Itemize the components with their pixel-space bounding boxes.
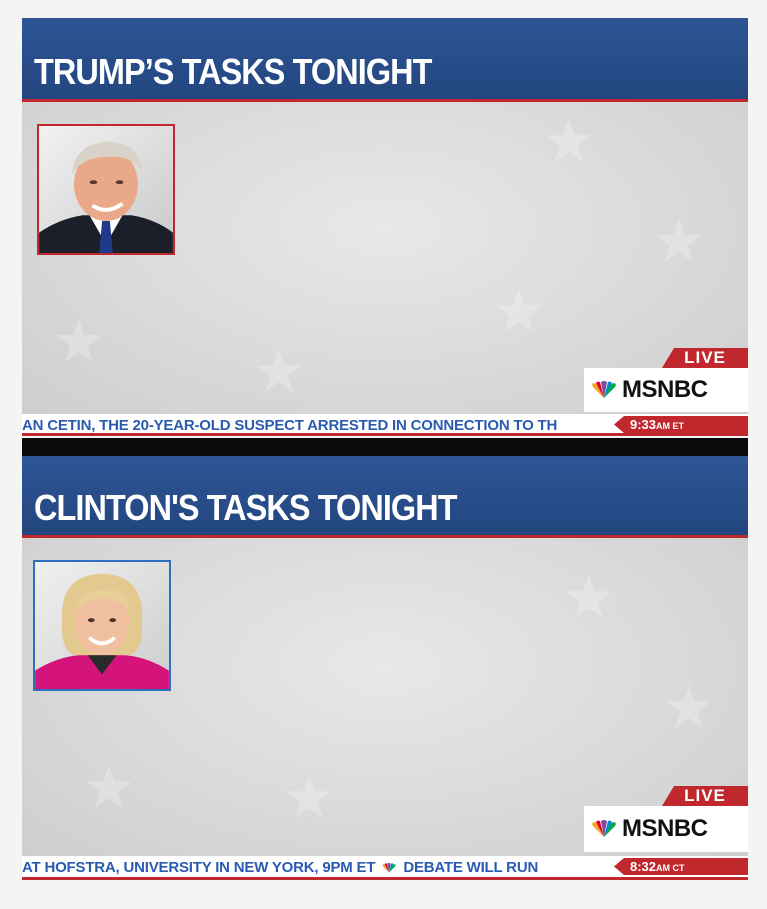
time-value: 8:32 bbox=[630, 859, 657, 874]
ticker-text: AN CETIN, THE 20-YEAR-OLD SUSPECT ARREST… bbox=[22, 417, 558, 434]
clinton-portrait bbox=[33, 560, 171, 691]
time-value: 9:33 bbox=[630, 417, 657, 432]
segment-header: CLINTON'S TASKS TONIGHT bbox=[22, 456, 748, 538]
clinton-portrait-image bbox=[35, 562, 169, 689]
trump-portrait-image bbox=[39, 126, 173, 253]
segment-title: TRUMP’S TASKS TONIGHT bbox=[34, 51, 432, 92]
trump-segment-panel: TRUMP’S TASKS TONIGHT ★ ★ ★ ★ ★ LIVE MSN… bbox=[22, 18, 748, 438]
background-star-icon: ★ bbox=[662, 674, 716, 741]
background-star-icon: ★ bbox=[542, 108, 596, 175]
time-zone: AM ET bbox=[656, 421, 685, 431]
background-star-icon: ★ bbox=[282, 764, 336, 831]
ticker-text: AT HOFSTRA, UNIVERSITY IN NEW YORK, 9PM … bbox=[22, 859, 612, 876]
network-logo: MSNBC bbox=[584, 806, 748, 852]
time-zone: AM CT bbox=[656, 863, 685, 873]
background-star-icon: ★ bbox=[492, 278, 546, 345]
nbc-peacock-icon bbox=[592, 820, 616, 837]
network-name: MSNBC bbox=[622, 815, 708, 842]
network-logo: MSNBC bbox=[584, 368, 748, 412]
network-name: MSNBC bbox=[622, 376, 708, 403]
segment-header: TRUMP’S TASKS TONIGHT bbox=[22, 18, 748, 102]
segment-title: CLINTON'S TASKS TONIGHT bbox=[34, 487, 458, 528]
clinton-segment-panel: CLINTON'S TASKS TONIGHT ★ ★ ★ ★ LIVE MSN… bbox=[22, 456, 748, 886]
ticker-text-part-1: AT HOFSTRA, UNIVERSITY IN NEW YORK, 9PM … bbox=[22, 859, 376, 876]
live-badge: LIVE bbox=[662, 348, 748, 368]
ticker-text-part-2: DEBATE WILL RUN bbox=[403, 859, 539, 876]
nbc-peacock-icon bbox=[592, 381, 616, 398]
background-star-icon: ★ bbox=[252, 338, 306, 405]
background-star-icon: ★ bbox=[82, 754, 136, 821]
time-tag: 8:32AM CT bbox=[614, 858, 748, 875]
background-star-icon: ★ bbox=[562, 564, 616, 631]
divider-bar bbox=[22, 438, 748, 456]
background-star-icon: ★ bbox=[52, 308, 106, 375]
nbc-peacock-icon bbox=[382, 863, 396, 873]
news-ticker: AT HOFSTRA, UNIVERSITY IN NEW YORK, 9PM … bbox=[22, 856, 748, 880]
news-ticker: AN CETIN, THE 20-YEAR-OLD SUSPECT ARREST… bbox=[22, 414, 748, 436]
live-badge: LIVE bbox=[662, 786, 748, 806]
background-star-icon: ★ bbox=[652, 208, 706, 275]
time-tag: 9:33AM ET bbox=[614, 416, 748, 433]
trump-portrait bbox=[37, 124, 175, 255]
